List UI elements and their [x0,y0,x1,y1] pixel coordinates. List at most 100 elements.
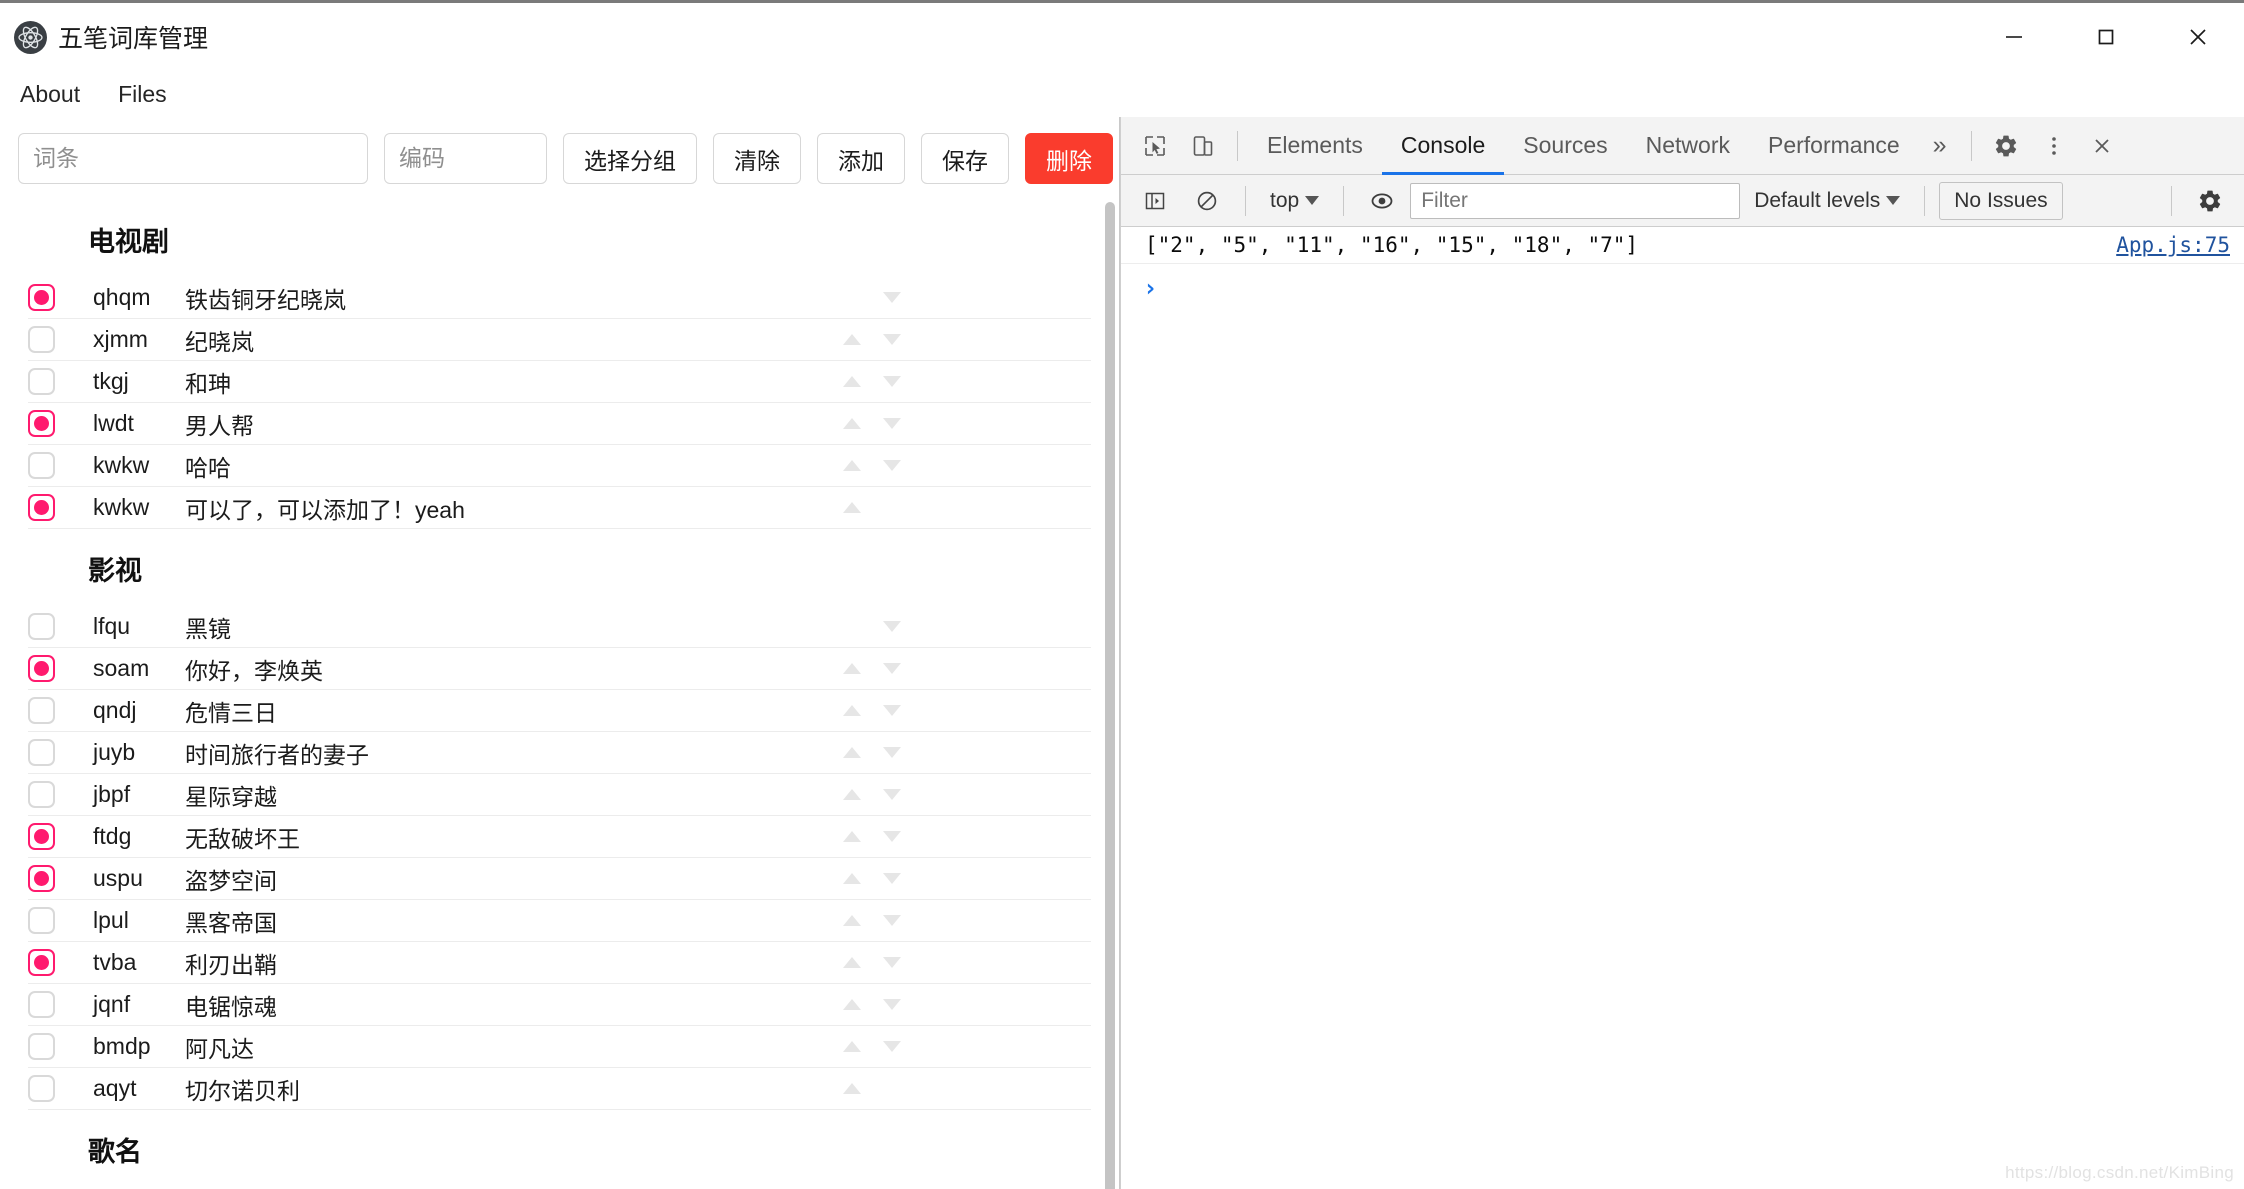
move-up-arrow-icon[interactable] [843,663,861,674]
row-checkbox[interactable] [28,907,55,934]
entry-list-scroll[interactable]: 电视剧qhqm铁齿铜牙纪晓岚xjmm纪晓岚tkgj和珅lwdt男人帮kwkw哈哈… [0,200,1119,1189]
row-checkbox[interactable] [28,823,55,850]
move-down-arrow-icon[interactable] [883,747,901,758]
row-checkbox[interactable] [28,739,55,766]
word-input[interactable] [18,133,368,184]
row-checkbox[interactable] [28,452,55,479]
move-up-arrow-icon[interactable] [843,999,861,1010]
move-down-arrow-icon[interactable] [883,705,901,716]
table-row[interactable]: kwkw可以了，可以添加了！yeah [28,487,1091,529]
move-down-arrow-icon[interactable] [883,460,901,471]
move-up-arrow-icon[interactable] [843,957,861,968]
row-checkbox[interactable] [28,410,55,437]
row-checkbox[interactable] [28,368,55,395]
table-row[interactable]: lpul黑客帝国 [28,900,1091,942]
table-row[interactable]: kwkw哈哈 [28,445,1091,487]
move-down-arrow-icon[interactable] [883,957,901,968]
tab-console[interactable]: Console [1382,117,1504,175]
inspect-element-icon[interactable] [1131,124,1179,168]
code-input[interactable] [384,133,547,184]
move-up-arrow-icon[interactable] [843,1041,861,1052]
move-up-arrow-icon[interactable] [843,873,861,884]
move-down-arrow-icon[interactable] [883,292,901,303]
live-expression-icon[interactable] [1358,179,1406,223]
move-up-arrow-icon[interactable] [843,915,861,926]
add-button[interactable]: 添加 [817,133,905,184]
move-up-arrow-icon[interactable] [843,334,861,345]
table-row[interactable]: ftdg无敌破坏王 [28,816,1091,858]
table-row[interactable]: tkgj和珅 [28,361,1091,403]
table-row[interactable]: xjmm纪晓岚 [28,319,1091,361]
log-levels-selector[interactable]: Default levels [1744,183,1910,219]
clear-console-icon[interactable] [1183,179,1231,223]
move-down-arrow-icon[interactable] [883,376,901,387]
row-checkbox[interactable] [28,949,55,976]
table-row[interactable]: lwdt男人帮 [28,403,1091,445]
row-checkbox[interactable] [28,1033,55,1060]
menu-item-files[interactable]: Files [114,79,171,110]
move-up-arrow-icon[interactable] [843,460,861,471]
move-up-arrow-icon[interactable] [843,789,861,800]
table-row[interactable]: jbpf星际穿越 [28,774,1091,816]
table-row[interactable]: bmdp阿凡达 [28,1026,1091,1068]
row-checkbox[interactable] [28,284,55,311]
move-up-arrow-icon[interactable] [843,747,861,758]
table-row[interactable]: juyb时间旅行者的妻子 [28,732,1091,774]
save-button[interactable]: 保存 [921,133,1009,184]
gear-icon[interactable] [1982,124,2030,168]
device-toolbar-icon[interactable] [1179,124,1227,168]
table-row[interactable]: qhqm铁齿铜牙纪晓岚 [28,277,1091,319]
table-row[interactable]: soam你好，李焕英 [28,648,1091,690]
devtools-close-icon[interactable] [2078,124,2126,168]
maximize-button[interactable] [2060,3,2152,71]
move-up-arrow-icon[interactable] [843,831,861,842]
move-down-arrow-icon[interactable] [883,915,901,926]
row-checkbox[interactable] [28,613,55,640]
row-checkbox[interactable] [28,697,55,724]
row-checkbox[interactable] [28,655,55,682]
move-up-arrow-icon[interactable] [843,705,861,716]
move-down-arrow-icon[interactable] [883,789,901,800]
tab-network[interactable]: Network [1627,117,1749,175]
move-up-arrow-icon[interactable] [843,418,861,429]
console-settings-gear-icon[interactable] [2186,179,2234,223]
move-down-arrow-icon[interactable] [883,418,901,429]
move-up-arrow-icon[interactable] [843,1083,861,1094]
menu-item-about[interactable]: About [16,79,84,110]
move-up-arrow-icon[interactable] [843,376,861,387]
select-group-button[interactable]: 选择分组 [563,133,697,184]
table-row[interactable]: tvba利刃出鞘 [28,942,1091,984]
tab-sources[interactable]: Sources [1504,117,1626,175]
row-checkbox[interactable] [28,326,55,353]
move-up-arrow-icon[interactable] [843,502,861,513]
console-message-row[interactable]: ["2", "5", "11", "16", "15", "18", "7"] … [1121,227,2244,264]
delete-button[interactable]: 删除 [1025,133,1113,184]
console-output[interactable]: ["2", "5", "11", "16", "15", "18", "7"] … [1121,227,2244,1189]
table-row[interactable]: uspu盗梦空间 [28,858,1091,900]
table-row[interactable]: aqyt切尔诺贝利 [28,1068,1091,1110]
no-issues-button[interactable]: No Issues [1939,182,2062,220]
tab-performance[interactable]: Performance [1749,117,1919,175]
move-down-arrow-icon[interactable] [883,621,901,632]
row-checkbox[interactable] [28,494,55,521]
console-filter-input[interactable] [1410,183,1740,219]
console-sidebar-icon[interactable] [1131,179,1179,223]
move-down-arrow-icon[interactable] [883,831,901,842]
table-row[interactable]: qndj危情三日 [28,690,1091,732]
move-down-arrow-icon[interactable] [883,873,901,884]
minimize-button[interactable] [1968,3,2060,71]
row-checkbox[interactable] [28,991,55,1018]
close-button[interactable] [2152,3,2244,71]
table-row[interactable]: lfqu黑镜 [28,606,1091,648]
table-row[interactable]: jqnf电锯惊魂 [28,984,1091,1026]
more-tabs-chevron-icon[interactable]: » [1919,131,1961,160]
more-vertical-icon[interactable] [2030,124,2078,168]
move-down-arrow-icon[interactable] [883,663,901,674]
row-checkbox[interactable] [28,865,55,892]
move-down-arrow-icon[interactable] [883,334,901,345]
move-down-arrow-icon[interactable] [883,999,901,1010]
console-source-link[interactable]: App.js:75 [2116,233,2230,257]
console-prompt[interactable]: › [1121,264,2244,312]
move-down-arrow-icon[interactable] [883,1041,901,1052]
clear-button[interactable]: 清除 [713,133,801,184]
